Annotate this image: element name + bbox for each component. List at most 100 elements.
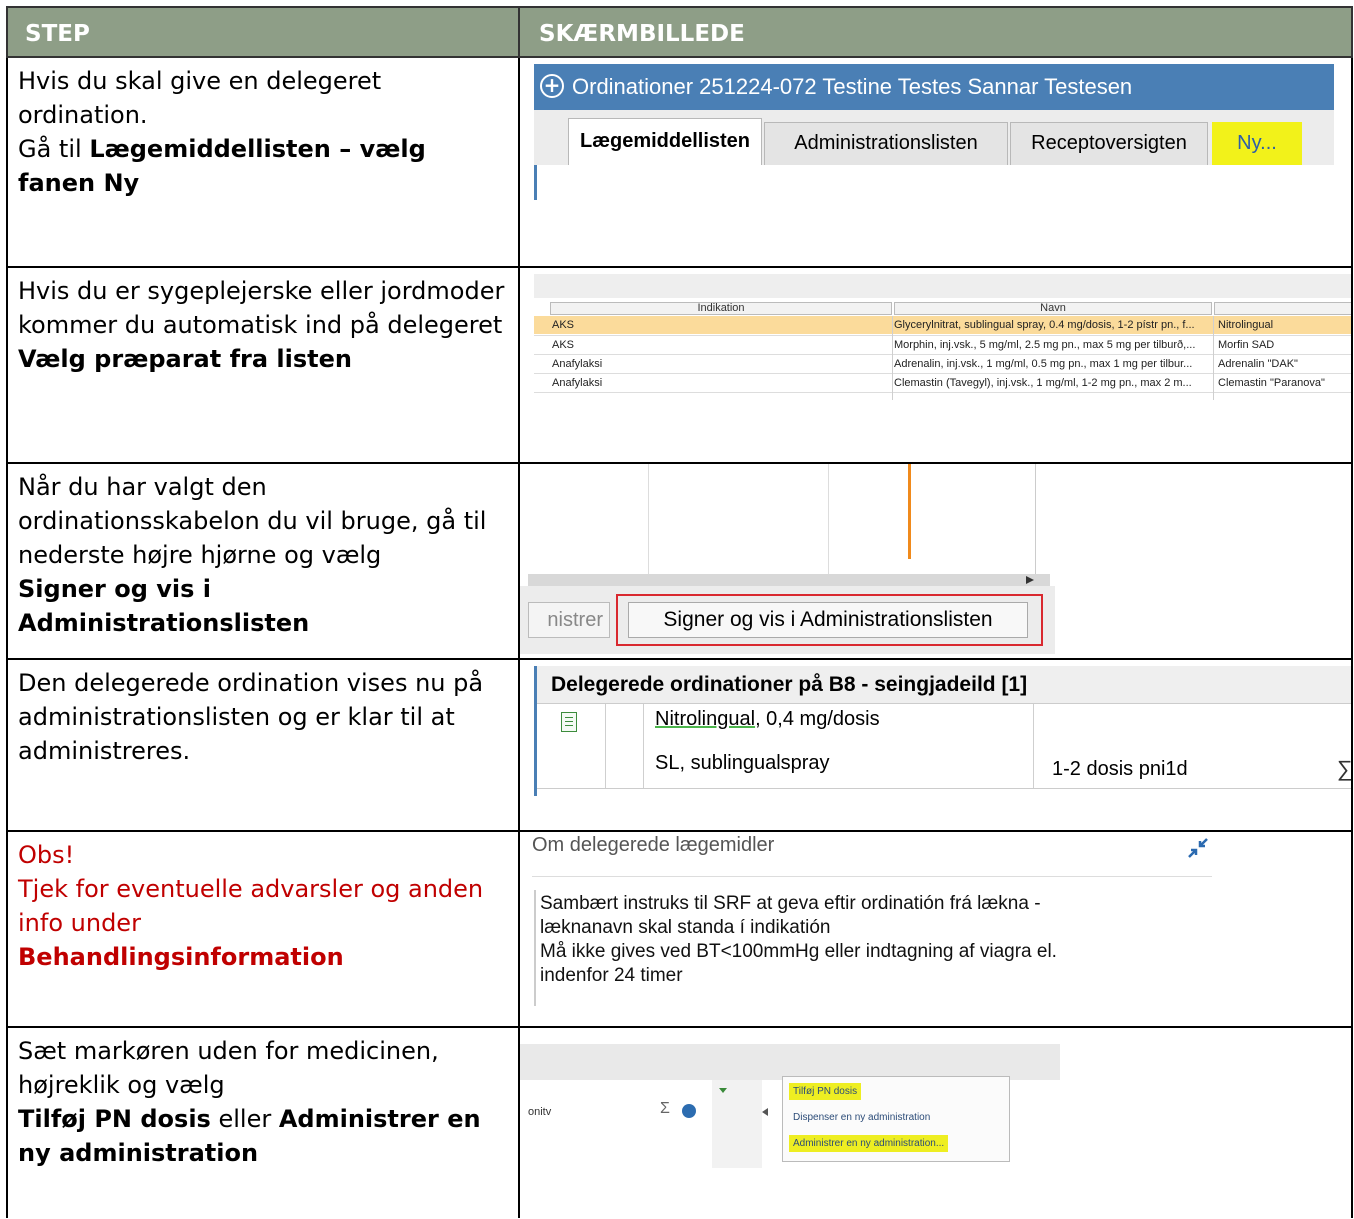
document-icon[interactable]: [561, 712, 577, 732]
screenshot-5: Om delegerede lægemidler Sambært instruk…: [518, 832, 1353, 1028]
delegated-heading: Delegerede ordinationer på B8 - seingjad…: [537, 666, 1351, 704]
step-6-text: Sæt markøren uden for medicinen, højrekl…: [18, 1037, 439, 1099]
list-toolbar: [534, 274, 1351, 298]
step-3-bold: Signer og vis i Administrationslisten: [18, 575, 310, 637]
info-line: Må ikke gives ved BT<100mmHg eller indta…: [540, 941, 1057, 962]
menu-item-administrer[interactable]: Administrer en ny administration...: [789, 1135, 949, 1152]
administrer-button[interactable]: nistrer: [528, 602, 610, 638]
info-text: Sambært instruks til SRF at geva eftir o…: [540, 892, 1200, 988]
menu-item-tilfoej-pn-dosis[interactable]: Tilføj PN dosis: [789, 1083, 862, 1100]
behandlingsinfo-panel: Om delegerede lægemidler Sambært instruk…: [520, 832, 1220, 1012]
col-indikation[interactable]: Indikation: [550, 302, 892, 315]
step-1-goto: Gå til: [18, 135, 90, 163]
step-row-5: Obs! Tjek for eventuelle advarsler og an…: [6, 832, 1353, 1028]
horizontal-scrollbar[interactable]: [528, 574, 1050, 586]
row-product: Clemastin "Paranova": [1218, 377, 1325, 389]
row-name: Adrenalin, inj.vsk., 1 mg/ml, 0.5 mg pn.…: [894, 358, 1193, 370]
panel-heading: Om delegerede lægemidler: [532, 834, 775, 856]
scroll-right-icon[interactable]: [1026, 576, 1034, 584]
list-row[interactable]: Anafylaksi Adrenalin, inj.vsk., 1 mg/ml,…: [534, 354, 1351, 373]
step-text-3: Når du har valgt den ordinationsskabelon…: [6, 464, 518, 660]
grid-line: [828, 464, 829, 574]
list-row-partial: [534, 392, 1351, 401]
step-2-bold: Vælg præparat fra listen: [18, 345, 352, 373]
step-row-4: Den delegerede ordination vises nu på ad…: [6, 660, 1353, 832]
context-menu-area: onitv Σ Tilføj PN dosis Dispenser en ny …: [520, 1028, 1060, 1168]
drug-name-link[interactable]: Nitrolingual: [655, 708, 755, 730]
step-row-6: Sæt markøren uden for medicinen, højrekl…: [6, 1028, 1353, 1218]
grid-line: [1213, 316, 1214, 400]
header-step: STEP: [6, 6, 518, 58]
clock-icon[interactable]: [682, 1104, 696, 1118]
grid-line: [643, 704, 644, 788]
tab-administrationslisten[interactable]: Administrationslisten: [764, 122, 1008, 165]
list-row[interactable]: Anafylaksi Clemastin (Tavegyl), inj.vsk.…: [534, 373, 1351, 392]
context-menu: Tilføj PN dosis Dispenser en ny administ…: [782, 1076, 1010, 1162]
tab-receptoversigten[interactable]: Receptoversigten: [1010, 122, 1208, 165]
step-text-5: Obs! Tjek for eventuelle advarsler og an…: [6, 832, 518, 1028]
step-3-text: Når du har valgt den ordinationsskabelon…: [18, 473, 487, 569]
grid-line: [892, 316, 893, 400]
info-line: Sambært instruks til SRF at geva eftir o…: [540, 893, 1041, 914]
toolbar: [520, 1044, 1060, 1080]
tab-bar: Lægemiddellisten Administrationslisten R…: [534, 110, 1334, 165]
step-text-2: Hvis du er sygeplejerske eller jordmoder…: [6, 268, 518, 464]
screenshot-2: Indikation Navn AKS Glycerylnitrat, subl…: [518, 268, 1353, 464]
step-row-3: Når du har valgt den ordinationsskabelon…: [6, 464, 1353, 660]
col-product[interactable]: [1214, 302, 1351, 315]
step-row-1: Hvis du skal give en delegeret ordinatio…: [6, 58, 1353, 268]
row-name: Morphin, inj.vsk., 5 mg/ml, 2.5 mg pn., …: [894, 339, 1196, 351]
tab-laegemiddellisten[interactable]: Lægemiddellisten: [568, 118, 762, 165]
step-5-text: Tjek for eventuelle advarsler og anden i…: [18, 875, 484, 937]
column-label: onitv: [528, 1106, 552, 1118]
screenshot-3: nistrer Signer og vis i Administrationsl…: [518, 464, 1353, 660]
drug-dose: 1-2 dosis pni1d: [1052, 758, 1188, 780]
info-line: indenfor 24 timer: [540, 965, 683, 986]
step-6-bold-1: Tilføj PN dosis: [18, 1105, 211, 1133]
list-row[interactable]: AKS Morphin, inj.vsk., 5 mg/ml, 2.5 mg p…: [534, 335, 1351, 354]
splitter[interactable]: [712, 1080, 762, 1168]
scroll-left-icon[interactable]: [762, 1108, 768, 1116]
menu-item-dispenser[interactable]: Dispenser en ny administration: [789, 1109, 934, 1126]
plus-circle-icon: +: [540, 74, 564, 98]
row-indication: AKS: [552, 319, 575, 331]
signer-area: nistrer Signer og vis i Administrationsl…: [520, 464, 1055, 654]
step-6-mid: eller: [210, 1105, 279, 1133]
tab-ny[interactable]: Ny...: [1212, 122, 1302, 165]
collapse-icon[interactable]: [1188, 838, 1208, 858]
grid-line: [605, 704, 606, 788]
grid-line: [648, 464, 649, 574]
row-indication: Anafylaksi: [552, 377, 603, 389]
grid-line: [1033, 704, 1034, 788]
list-row[interactable]: AKS Glycerylnitrat, sublingual spray, 0.…: [534, 316, 1351, 334]
row-name: Glycerylnitrat, sublingual spray, 0.4 mg…: [894, 319, 1195, 331]
row-product: Adrenalin "DAK": [1218, 358, 1298, 370]
now-marker: [908, 464, 911, 559]
step-text-6: Sæt markøren uden for medicinen, højrekl…: [6, 1028, 518, 1218]
timeline-pane: [528, 464, 1036, 574]
dropdown-arrow-icon[interactable]: [719, 1088, 727, 1093]
ordinationer-window: Ordinationer 251224-072 Testine Testes S…: [534, 64, 1334, 234]
step-4-text: Den delegerede ordination vises nu på ad…: [18, 669, 484, 765]
step-text-1: Hvis du skal give en delegeret ordinatio…: [6, 58, 518, 268]
step-2-text: Hvis du er sygeplejerske eller jordmoder…: [18, 277, 505, 339]
sum-icon[interactable]: Σ: [660, 1100, 670, 1118]
header-screenshot: SKÆRMBILLEDE: [518, 6, 1353, 58]
screenshot-4: Delegerede ordinationer på B8 - seingjad…: [518, 660, 1353, 832]
left-accent-bar: [534, 165, 537, 200]
drug-line: Nitrolingual, 0,4 mg/dosis: [655, 708, 880, 731]
drug-strength: , 0,4 mg/dosis: [755, 708, 880, 730]
row-product: Morfin SAD: [1218, 339, 1275, 351]
sum-icon[interactable]: ∑: [1337, 756, 1351, 782]
step-text-4: Den delegerede ordination vises nu på ad…: [6, 660, 518, 832]
row-name: Clemastin (Tavegyl), inj.vsk., 1 mg/ml, …: [894, 377, 1192, 389]
step-row-2: Hvis du er sygeplejerske eller jordmoder…: [6, 268, 1353, 464]
obs-label: Obs!: [18, 841, 75, 869]
drug-route: SL, sublingualspray: [655, 752, 830, 774]
row-product: Nitrolingual: [1218, 319, 1274, 331]
divider: [532, 876, 1212, 877]
template-list: Indikation Navn AKS Glycerylnitrat, subl…: [534, 274, 1351, 404]
col-navn[interactable]: Navn: [894, 302, 1212, 315]
delegated-row[interactable]: Nitrolingual, 0,4 mg/dosis SL, sublingua…: [537, 704, 1351, 789]
screenshot-6: onitv Σ Tilføj PN dosis Dispenser en ny …: [518, 1028, 1353, 1218]
